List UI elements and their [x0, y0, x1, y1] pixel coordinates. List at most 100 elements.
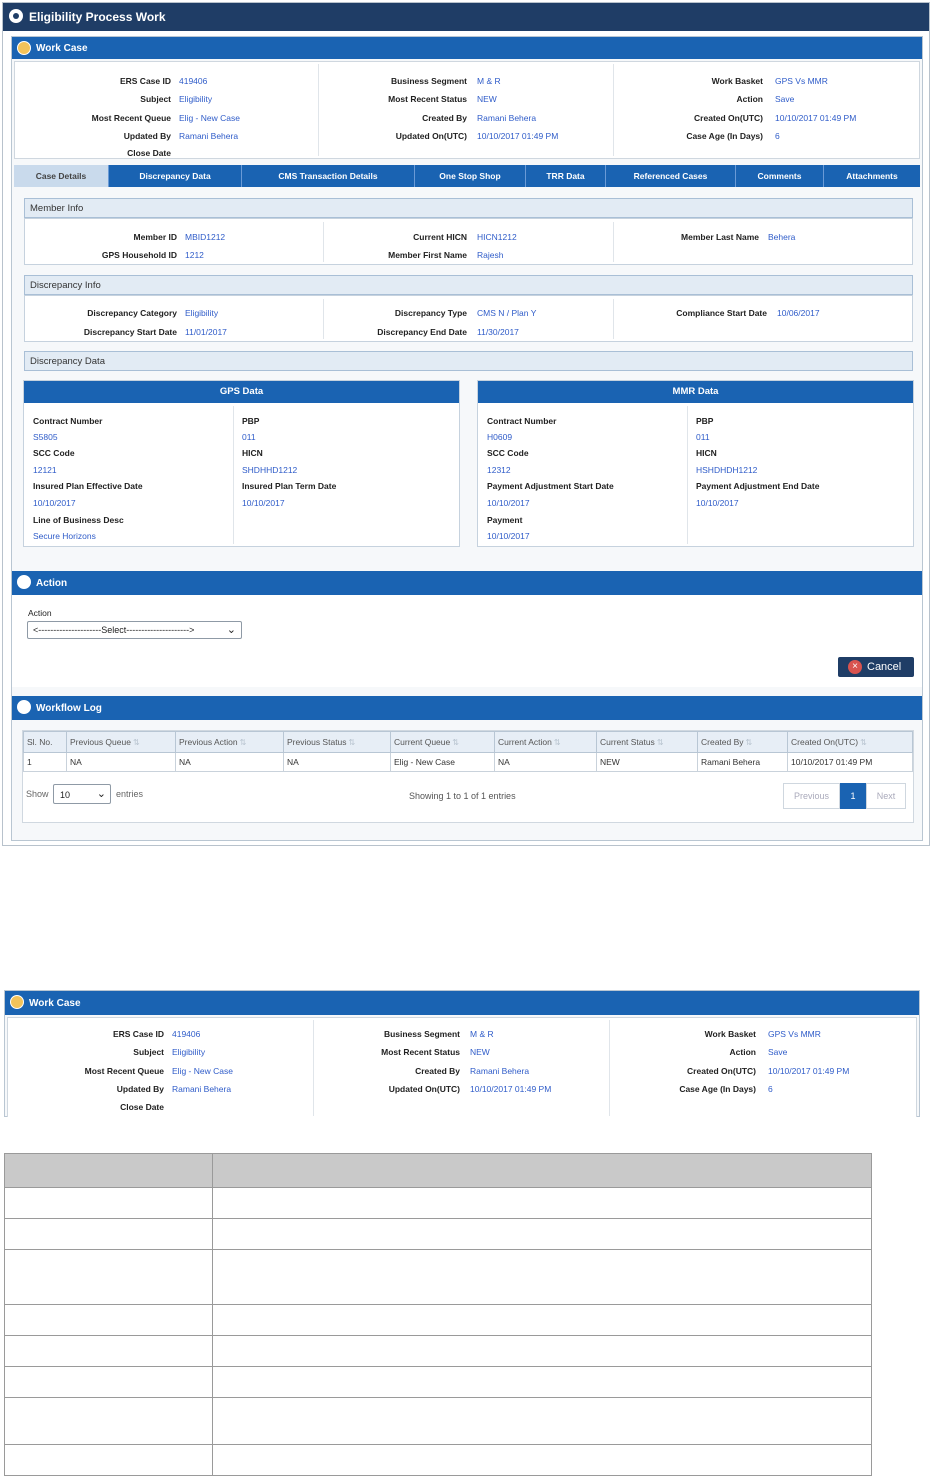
- discrepancy-data-header: Discrepancy Data: [24, 351, 913, 371]
- discrepancy-category-value: Eligibility: [185, 308, 219, 318]
- snippet-subject-value: Eligibility: [172, 1047, 206, 1057]
- mmr-hicn-value: HSHDHDH1212: [696, 465, 758, 475]
- entries-label: entries: [116, 789, 144, 799]
- gps-hicn-label: HICN: [242, 448, 263, 458]
- cell-previous-status: NA: [283, 752, 391, 772]
- current-hicn-label: Current HICN: [413, 232, 467, 242]
- tab-one-stop-shop[interactable]: One Stop Shop: [415, 165, 526, 187]
- work-case-header: Work Case: [12, 37, 922, 59]
- snippet-most-recent-queue-value: Elig - New Case: [172, 1066, 233, 1076]
- member-id-value: MBID1212: [185, 232, 226, 242]
- work-basket-value: GPS Vs MMR: [775, 76, 828, 86]
- ers-case-id-label: ERS Case ID: [119, 76, 171, 86]
- discrepancy-info-title: Discrepancy Info: [30, 280, 101, 291]
- col-current-status[interactable]: Current Status ⇅: [596, 731, 698, 753]
- gps-contract-number-label: Contract Number: [33, 416, 103, 426]
- mmr-scc-code-value: 12312: [487, 465, 511, 475]
- gps-household-id-label: GPS Household ID: [101, 250, 177, 260]
- gps-line-of-business-value: Secure Horizons: [33, 531, 96, 541]
- snippet-close-date-label: Close Date: [120, 1102, 164, 1112]
- action-header: Action: [12, 571, 922, 595]
- action-select[interactable]: <---------------------Select------------…: [27, 621, 242, 639]
- snippet-most-recent-status-value: NEW: [470, 1047, 490, 1057]
- col-previous-queue[interactable]: Previous Queue ⇅: [66, 731, 176, 753]
- tab-discrepancy-data[interactable]: Discrepancy Data: [109, 165, 242, 187]
- compliance-start-date-label: Compliance Start Date: [676, 308, 767, 318]
- compliance-start-date-value: 10/06/2017: [777, 308, 820, 318]
- mmr-pbp-value: 011: [696, 432, 710, 442]
- workflow-icon: [17, 700, 31, 714]
- cell-sl-no: 1: [23, 752, 67, 772]
- entries-select[interactable]: 10 ⌄: [53, 784, 111, 804]
- mmr-data-panel: MMR Data Contract Number H0609 SCC Code …: [477, 380, 914, 547]
- col-created-by[interactable]: Created By ⇅: [697, 731, 788, 753]
- snippet-case-age-value: 6: [768, 1084, 773, 1094]
- gps-pbp-value: 011: [242, 432, 256, 442]
- chevron-down-icon: ⌄: [226, 624, 236, 636]
- snippet-work-case-summary: ERS Case ID 419406 Subject Eligibility M…: [7, 1017, 917, 1117]
- tab-case-details[interactable]: Case Details: [14, 165, 109, 187]
- col-sl-no[interactable]: Sl. No.: [23, 731, 67, 753]
- discrepancy-data-title: Discrepancy Data: [30, 356, 105, 367]
- snippet-most-recent-status-label: Most Recent Status: [381, 1047, 460, 1057]
- case-age-label: Case Age (In Days): [686, 131, 763, 141]
- show-label: Show: [26, 789, 49, 799]
- snippet-created-on-label: Created On(UTC): [687, 1066, 756, 1076]
- cancel-button[interactable]: × Cancel: [838, 657, 914, 677]
- ers-case-id-value: 419406: [179, 76, 208, 86]
- next-button[interactable]: Next: [866, 783, 906, 809]
- snippet-created-on-value: 10/10/2017 01:49 PM: [768, 1066, 850, 1076]
- snippet-updated-by-value: Ramani Behera: [172, 1084, 232, 1094]
- created-by-label: Created By: [422, 113, 467, 123]
- workflow-log-header: Workflow Log: [12, 696, 922, 720]
- col-created-on[interactable]: Created On(UTC) ⇅: [787, 731, 913, 753]
- tab-cms-transaction-details[interactable]: CMS Transaction Details: [242, 165, 415, 187]
- gps-scc-code-value: 12121: [33, 465, 57, 475]
- cancel-icon: ×: [848, 660, 862, 674]
- most-recent-status-label: Most Recent Status: [388, 94, 467, 104]
- tab-attachments[interactable]: Attachments: [824, 165, 920, 187]
- table-row: [4, 1249, 872, 1305]
- tab-comments[interactable]: Comments: [736, 165, 824, 187]
- gps-scc-code-label: SCC Code: [33, 448, 75, 458]
- gps-hicn-value: SHDHHD1212: [242, 465, 298, 475]
- current-hicn-value: HICN1212: [477, 232, 517, 242]
- updated-on-label: Updated On(UTC): [395, 131, 467, 141]
- table-row: [4, 1187, 872, 1219]
- content-area: Work Case ERS Case ID 419406 Subject Eli…: [11, 36, 923, 841]
- table-row: [4, 1304, 872, 1336]
- mmr-payment-adj-end-label: Payment Adjustment End Date: [696, 481, 820, 491]
- member-id-label: Member ID: [133, 232, 177, 242]
- business-segment-label: Business Segment: [390, 76, 467, 86]
- snippet-case-age-label: Case Age (In Days): [679, 1084, 756, 1094]
- previous-button[interactable]: Previous: [783, 783, 840, 809]
- discrepancy-category-label: Discrepancy Category: [87, 308, 177, 318]
- member-info-header: Member Info: [24, 198, 913, 218]
- col-current-queue[interactable]: Current Queue ⇅: [390, 731, 495, 753]
- action-field-label: Action: [28, 608, 52, 618]
- snippet-action-value: Save: [768, 1047, 788, 1057]
- field-description-table: [4, 1153, 872, 1476]
- page-1-button[interactable]: 1: [840, 783, 866, 809]
- snippet-updated-by-label: Updated By: [116, 1084, 164, 1094]
- member-info-title: Member Info: [30, 203, 84, 214]
- snippet-action-label: Action: [729, 1047, 756, 1057]
- col-previous-status[interactable]: Previous Status ⇅: [283, 731, 391, 753]
- work-case-icon: [10, 995, 24, 1009]
- most-recent-queue-value: Elig - New Case: [179, 113, 240, 123]
- snippet-work-case-header: Work Case: [5, 991, 919, 1015]
- tab-trr-data[interactable]: TRR Data: [526, 165, 606, 187]
- col-previous-action[interactable]: Previous Action ⇅: [175, 731, 284, 753]
- work-case-snippet: Work Case ERS Case ID 419406 Subject Eli…: [4, 990, 920, 1117]
- table-row: [4, 1218, 872, 1250]
- action-body: Action <---------------------Select-----…: [12, 595, 922, 687]
- gps-contract-number-value: S5805: [33, 432, 58, 442]
- eligibility-process-window: Eligibility Process Work Work Case ERS C…: [2, 2, 930, 846]
- tab-referenced-cases[interactable]: Referenced Cases: [606, 165, 736, 187]
- snippet-work-basket-label: Work Basket: [704, 1029, 756, 1039]
- mmr-pbp-label: PBP: [696, 416, 714, 426]
- cell-current-status: NEW: [596, 752, 698, 772]
- member-first-name-value: Rajesh: [477, 250, 504, 260]
- col-current-action[interactable]: Current Action ⇅: [494, 731, 597, 753]
- case-tabs: Case Details Discrepancy Data CMS Transa…: [14, 165, 920, 187]
